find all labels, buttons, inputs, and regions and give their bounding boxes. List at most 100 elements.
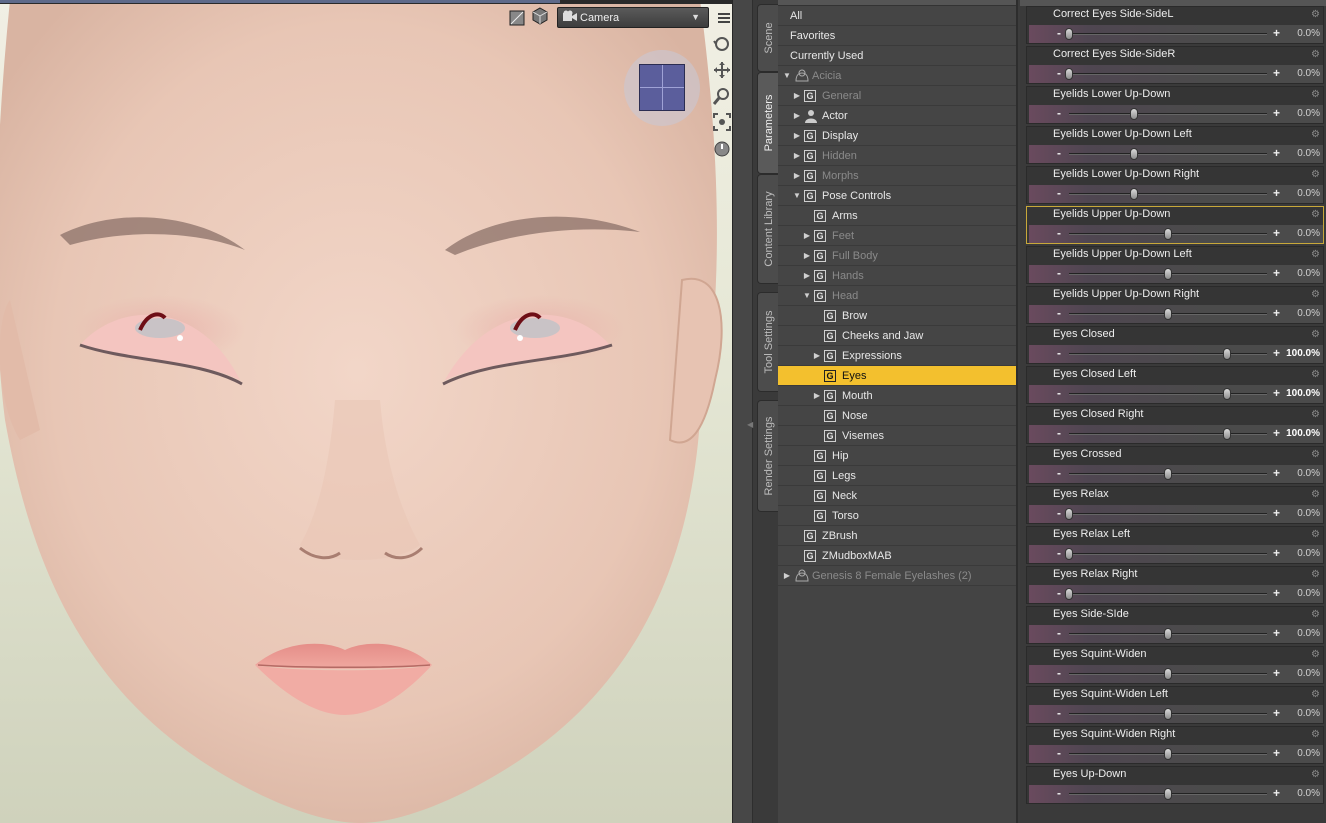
decrement-button[interactable]: - (1057, 225, 1061, 241)
decrement-button[interactable]: - (1057, 665, 1061, 681)
tree-item-visemes[interactable]: G Visemes (778, 426, 1016, 446)
slider-knob[interactable] (1130, 108, 1139, 120)
gear-icon[interactable]: ⚙ (1311, 409, 1320, 420)
gear-icon[interactable]: ⚙ (1311, 89, 1320, 100)
slider-track[interactable]: - +0.0% (1029, 465, 1323, 483)
slider-knob[interactable] (1223, 428, 1232, 440)
increment-button[interactable]: + (1273, 65, 1280, 82)
tree-item-nose[interactable]: G Nose (778, 406, 1016, 426)
view-cube[interactable] (624, 50, 700, 126)
slider-track[interactable]: - +0.0% (1029, 665, 1323, 683)
decrement-button[interactable]: - (1057, 625, 1061, 641)
parameter-slider[interactable]: Eyes Squint-Widen Right ⚙ - +0.0% (1026, 726, 1324, 764)
expand-right-icon[interactable]: ▶ (812, 386, 822, 406)
slider-track[interactable]: - +100.0% (1029, 385, 1323, 403)
camera-select[interactable]: Camera ▼ (557, 7, 709, 28)
gear-icon[interactable]: ⚙ (1311, 369, 1320, 380)
parameter-slider[interactable]: Eyes Squint-Widen Left ⚙ - +0.0% (1026, 686, 1324, 724)
parameter-value[interactable]: 0.0% (1297, 625, 1320, 643)
gear-icon[interactable]: ⚙ (1311, 609, 1320, 620)
gear-icon[interactable]: ⚙ (1311, 289, 1320, 300)
tree-item-pose-controls[interactable]: ▼ G Pose Controls (778, 186, 1016, 206)
slider-knob[interactable] (1164, 628, 1172, 640)
slider-knob[interactable] (1164, 668, 1172, 680)
tree-item-genesis-8-female-eyelashes-2[interactable]: ▶ Genesis 8 Female Eyelashes (2) (778, 566, 1016, 586)
slider-knob[interactable] (1130, 148, 1139, 160)
slider-track[interactable]: - +0.0% (1029, 105, 1323, 123)
tree-item-torso[interactable]: G Torso (778, 506, 1016, 526)
parameter-slider[interactable]: Eyes Up-Down ⚙ - +0.0% (1026, 766, 1324, 804)
parameter-value[interactable]: 0.0% (1297, 545, 1320, 563)
parameter-value[interactable]: 0.0% (1297, 745, 1320, 763)
expand-right-icon[interactable]: ▶ (812, 346, 822, 366)
gear-icon[interactable]: ⚙ (1311, 49, 1320, 60)
expand-down-icon[interactable]: ▼ (792, 186, 802, 206)
parameter-value[interactable]: 0.0% (1297, 585, 1320, 603)
slider-knob[interactable] (1065, 28, 1073, 40)
slider-knob[interactable] (1065, 508, 1073, 520)
tree-item-mouth[interactable]: ▶ G Mouth (778, 386, 1016, 406)
tree-item-general[interactable]: ▶ G General (778, 86, 1016, 106)
slider-rail[interactable] (1069, 193, 1267, 195)
tab-parameters[interactable]: Parameters (757, 72, 779, 174)
slider-rail[interactable] (1069, 593, 1267, 595)
slider-track[interactable]: - +0.0% (1029, 25, 1323, 43)
increment-button[interactable]: + (1273, 145, 1280, 162)
tree-item-legs[interactable]: G Legs (778, 466, 1016, 486)
tree-item-full-body[interactable]: ▶ G Full Body (778, 246, 1016, 266)
tree-item-hip[interactable]: G Hip (778, 446, 1016, 466)
decrement-button[interactable]: - (1057, 265, 1061, 281)
decrement-button[interactable]: - (1057, 105, 1061, 121)
parameter-value[interactable]: 100.0% (1286, 345, 1320, 363)
slider-knob[interactable] (1164, 468, 1172, 480)
expand-right-icon[interactable]: ▶ (792, 86, 802, 106)
parameter-slider[interactable]: Eyes Closed Right ⚙ - +100.0% (1026, 406, 1324, 444)
increment-button[interactable]: + (1273, 705, 1280, 722)
gear-icon[interactable]: ⚙ (1311, 449, 1320, 460)
parameter-slider[interactable]: Eyes Relax ⚙ - +0.0% (1026, 486, 1324, 524)
slider-track[interactable]: - +0.0% (1029, 545, 1323, 563)
expand-right-icon[interactable]: ▶ (792, 146, 802, 166)
increment-button[interactable]: + (1273, 465, 1280, 482)
slider-rail[interactable] (1069, 513, 1267, 515)
viewport-menu-icon[interactable] (714, 8, 732, 28)
parameter-slider[interactable]: Correct Eyes Side-SideR ⚙ - +0.0% (1026, 46, 1324, 84)
expand-right-icon[interactable]: ▶ (792, 106, 802, 126)
frame-icon[interactable] (712, 112, 732, 132)
increment-button[interactable]: + (1273, 305, 1280, 322)
tree-item-zbrush[interactable]: G ZBrush (778, 526, 1016, 546)
slider-knob[interactable] (1223, 348, 1232, 360)
decrement-button[interactable]: - (1057, 545, 1061, 561)
parameter-slider[interactable]: Eyes Relax Left ⚙ - +0.0% (1026, 526, 1324, 564)
parameter-value[interactable]: 0.0% (1297, 25, 1320, 43)
parameter-slider[interactable]: Eyelids Lower Up-Down Left ⚙ - +0.0% (1026, 126, 1324, 164)
expand-right-icon[interactable]: ▶ (792, 166, 802, 186)
tree-item-hidden[interactable]: ▶ G Hidden (778, 146, 1016, 166)
view-cube-face[interactable] (639, 64, 685, 111)
parameter-value[interactable]: 0.0% (1297, 225, 1320, 243)
tree-item-cheeks-and-jaw[interactable]: G Cheeks and Jaw (778, 326, 1016, 346)
parameter-slider[interactable]: Eyes Relax Right ⚙ - +0.0% (1026, 566, 1324, 604)
cube-view-icon[interactable] (530, 6, 550, 26)
slider-knob[interactable] (1164, 748, 1172, 760)
slider-knob[interactable] (1065, 68, 1073, 80)
parameter-value[interactable]: 0.0% (1297, 785, 1320, 803)
parameter-slider[interactable]: Eyelids Upper Up-Down Right ⚙ - +0.0% (1026, 286, 1324, 324)
parameter-slider[interactable]: Eyelids Upper Up-Down Left ⚙ - +0.0% (1026, 246, 1324, 284)
tree-item-actor[interactable]: ▶ Actor (778, 106, 1016, 126)
tab-render-settings[interactable]: Render Settings (757, 400, 779, 512)
increment-button[interactable]: + (1273, 25, 1280, 42)
gear-icon[interactable]: ⚙ (1311, 569, 1320, 580)
increment-button[interactable]: + (1273, 745, 1280, 762)
decrement-button[interactable]: - (1057, 425, 1061, 441)
parameter-value[interactable]: 0.0% (1297, 705, 1320, 723)
splitter-grip-icon[interactable]: ◀ (747, 420, 753, 429)
decrement-button[interactable]: - (1057, 65, 1061, 81)
gear-icon[interactable]: ⚙ (1311, 209, 1320, 220)
parameter-value[interactable]: 0.0% (1297, 145, 1320, 163)
decrement-button[interactable]: - (1057, 385, 1061, 401)
slider-rail[interactable] (1069, 33, 1267, 35)
parameter-slider[interactable]: Eyes Crossed ⚙ - +0.0% (1026, 446, 1324, 484)
slider-rail[interactable] (1069, 113, 1267, 115)
tab-tool-settings[interactable]: Tool Settings (757, 292, 779, 392)
